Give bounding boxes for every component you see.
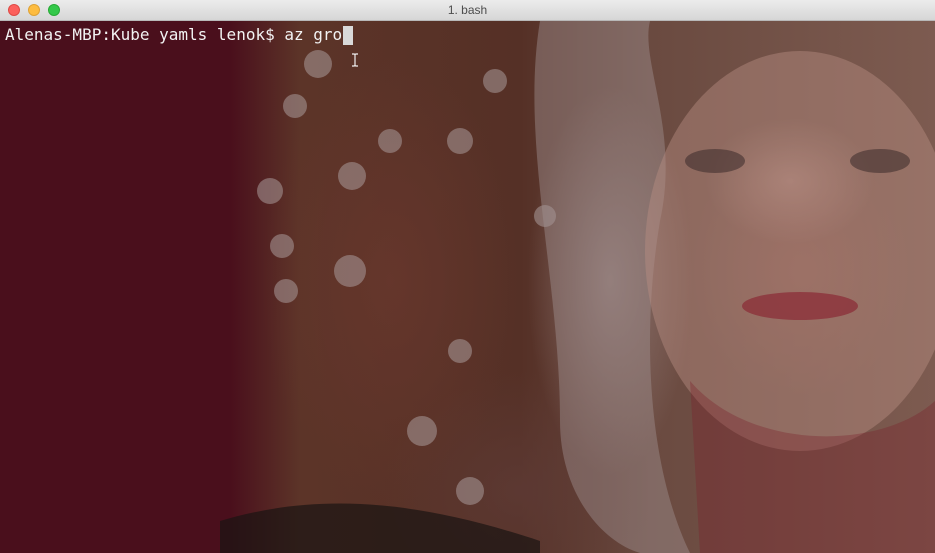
shell-prompt: Alenas-MBP:Kube yamls lenok$ [5, 25, 275, 44]
terminal-window: 1. bash Alenas-MBP:Kube yamls lenok$ az … [0, 0, 935, 553]
terminal-area[interactable]: Alenas-MBP:Kube yamls lenok$ az gro [0, 21, 935, 553]
title-bar[interactable]: 1. bash [0, 0, 935, 21]
background-portrait-image [220, 21, 935, 553]
block-cursor [343, 25, 354, 45]
i-beam-cursor-icon [352, 53, 358, 67]
window-title: 1. bash [447, 3, 488, 17]
command-line[interactable]: Alenas-MBP:Kube yamls lenok$ az gro [5, 24, 354, 46]
command-input[interactable]: az gro [284, 24, 342, 46]
